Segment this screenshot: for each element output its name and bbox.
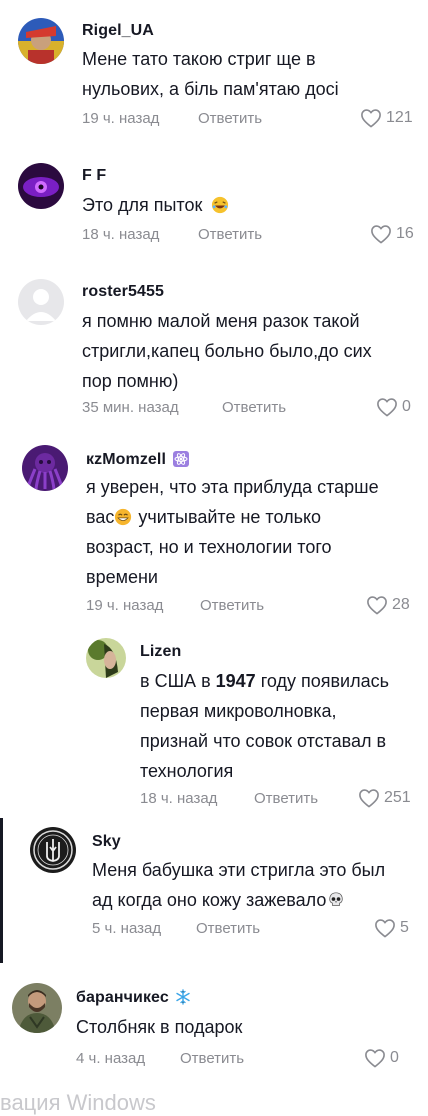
reply-button[interactable]: Ответить bbox=[196, 920, 260, 937]
comment-username[interactable]: roster5455 bbox=[82, 283, 164, 301]
like-button[interactable]: 28 bbox=[366, 595, 410, 615]
heart-outline-icon bbox=[370, 224, 392, 244]
comment-text-line: Это для пыток bbox=[82, 195, 203, 215]
comment-text-year: 1947 bbox=[215, 671, 256, 691]
comment-username[interactable]: Sky bbox=[92, 833, 121, 851]
comment-text-fragment: в США в bbox=[140, 671, 216, 691]
like-button[interactable]: 251 bbox=[358, 788, 411, 808]
comment-timestamp: 18 ч. назад bbox=[140, 790, 218, 807]
comment-timestamp: 5 ч. назад bbox=[92, 920, 162, 937]
comment-text-line: стригли,капец больно было,до сих bbox=[82, 341, 372, 361]
avatar[interactable] bbox=[12, 983, 62, 1033]
avatar[interactable] bbox=[30, 827, 76, 873]
comment-text-line: первая микроволновка, bbox=[140, 701, 337, 721]
like-count: 0 bbox=[390, 1049, 399, 1066]
reply-button[interactable]: Ответить bbox=[222, 399, 286, 416]
comment-text-line: Мене тато такою стриг ще в bbox=[82, 49, 316, 69]
avatar[interactable] bbox=[18, 18, 64, 64]
comment-text: Мене тато такою стриг ще в нульових, а б… bbox=[82, 44, 339, 104]
reply-button[interactable]: Ответить bbox=[254, 790, 318, 807]
heart-outline-icon bbox=[374, 918, 396, 938]
comment-text-line: признай что совок отставал в bbox=[140, 731, 387, 751]
like-count: 5 bbox=[400, 919, 409, 936]
reply-button[interactable]: Ответить bbox=[200, 597, 264, 614]
comment-text-line: ад когда оно кожу зажевало bbox=[92, 885, 385, 915]
thread-indicator bbox=[0, 818, 3, 963]
comment-text-line: в США в 1947 году появилась bbox=[140, 666, 389, 696]
avatar[interactable] bbox=[22, 445, 68, 491]
comment-text-fragment: вас bbox=[86, 507, 115, 527]
comment-username[interactable]: F F bbox=[82, 167, 106, 185]
avatar[interactable] bbox=[86, 638, 126, 678]
comment-text-line: вас учитывайте не только bbox=[86, 502, 379, 532]
comment-username[interactable]: Lizen bbox=[140, 643, 181, 661]
comment-text: я уверен, что эта приблуда старше вас учи… bbox=[86, 472, 379, 592]
comment-text-line: я уверен, что эта приблуда старше bbox=[86, 477, 379, 497]
comment-timestamp: 19 ч. назад bbox=[82, 110, 160, 127]
heart-outline-icon bbox=[358, 788, 380, 808]
comment-text-fragment: учитывайте не только bbox=[138, 507, 322, 527]
avatar[interactable] bbox=[18, 163, 64, 209]
comment-text: Это для пыток bbox=[82, 190, 229, 220]
heart-outline-icon bbox=[364, 1048, 386, 1068]
comment-timestamp: 18 ч. назад bbox=[82, 226, 160, 243]
like-button[interactable]: 0 bbox=[376, 397, 411, 417]
smiling-emoji bbox=[115, 508, 132, 526]
comment-text: Столбняк в подарок bbox=[76, 1012, 242, 1042]
reply-button[interactable]: Ответить bbox=[198, 226, 262, 243]
comment-text: в США в 1947 году появилась первая микро… bbox=[140, 666, 389, 786]
like-button[interactable]: 0 bbox=[364, 1048, 399, 1068]
heart-outline-icon bbox=[376, 397, 398, 417]
skull-emoji bbox=[329, 892, 344, 906]
comment-timestamp: 19 ч. назад bbox=[86, 597, 164, 614]
comment-username-text: баранчикес bbox=[76, 989, 169, 1006]
comment-username-text: кzMomzell bbox=[86, 451, 167, 468]
heart-outline-icon bbox=[366, 595, 388, 615]
comment-username[interactable]: баранчикес bbox=[76, 989, 191, 1007]
comment-text-line: технология bbox=[140, 761, 234, 781]
like-button[interactable]: 121 bbox=[360, 108, 413, 128]
comment-text-fragment: ад когда оно кожу зажевало bbox=[92, 890, 327, 910]
like-count: 16 bbox=[396, 225, 414, 242]
laughing-emoji bbox=[212, 196, 229, 214]
like-count: 251 bbox=[384, 789, 411, 806]
comment-text-line: я помню малой меня разок такой bbox=[82, 311, 360, 331]
avatar[interactable] bbox=[18, 279, 64, 325]
comment-text-line: времени bbox=[86, 567, 158, 587]
comment-text: Меня бабушка эти стригла это был ад когд… bbox=[92, 855, 385, 915]
like-count: 28 bbox=[392, 596, 410, 613]
comment-timestamp: 35 мин. назад bbox=[82, 399, 179, 416]
comment-text-line: Столбняк в подарок bbox=[76, 1017, 243, 1037]
like-count: 0 bbox=[402, 398, 411, 415]
comment-text: я помню малой меня разок такой стригли,к… bbox=[82, 306, 372, 396]
comment-text-fragment: году появилась bbox=[255, 671, 389, 691]
comment-username[interactable]: Rigel_UA bbox=[82, 22, 154, 40]
like-count: 121 bbox=[386, 109, 413, 126]
comment-text-line: Меня бабушка эти стригла это был bbox=[92, 860, 386, 880]
reply-button[interactable]: Ответить bbox=[180, 1050, 244, 1067]
comment-text-line: пор помню) bbox=[82, 371, 179, 391]
like-button[interactable]: 5 bbox=[374, 918, 409, 938]
comment-text-line: возраст, но и технологии того bbox=[86, 537, 332, 557]
atom-badge-icon bbox=[172, 451, 189, 467]
windows-activation-watermark: вация Windows bbox=[0, 1090, 156, 1115]
heart-outline-icon bbox=[360, 108, 382, 128]
comment-username[interactable]: кzMomzell bbox=[86, 451, 189, 469]
reply-button[interactable]: Ответить bbox=[198, 110, 262, 127]
snowflake-icon bbox=[176, 989, 191, 1005]
comment-text-line: нульових, а біль пам'ятаю досі bbox=[82, 79, 339, 99]
like-button[interactable]: 16 bbox=[370, 224, 414, 244]
comment-timestamp: 4 ч. назад bbox=[76, 1050, 146, 1067]
